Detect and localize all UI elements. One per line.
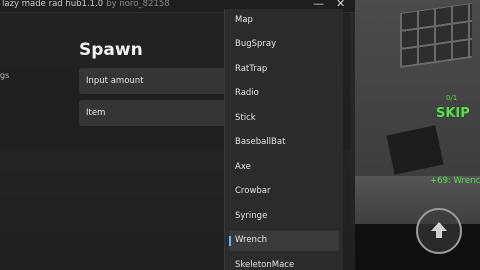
dropdown-option[interactable]: BaseballBat [229,133,339,153]
dropdown-option[interactable]: RatTrap [229,60,339,80]
window-title: lazy made rad hub1.1.0 by noro_82158 [2,0,170,9]
skip-counter: 0/1 [446,94,458,102]
jump-button[interactable] [416,208,462,254]
dropdown-option[interactable]: Radio [229,84,339,104]
page-title: Spawn [79,40,143,60]
window-grate [400,2,472,69]
dropdown-option[interactable]: BugSpray [229,35,339,55]
amount-input[interactable]: Input amount [79,68,227,94]
dropdown-option[interactable]: Axe [229,158,339,178]
sidebar-item-label[interactable]: gs [0,71,9,80]
skip-button[interactable]: SKIP [436,106,470,121]
dropdown-option-selected[interactable]: Wrench [229,231,339,251]
dropdown-option[interactable]: SkeletonMace [229,256,339,270]
item-dropdown-list[interactable]: Map BugSpray RatTrap Radio Stick Basebal… [224,9,343,270]
dropdown-option[interactable]: Crowbar [229,182,339,202]
reward-notification: +69: Wrench [430,176,480,186]
author-label: by noro_82158 [106,0,170,9]
dropdown-option[interactable]: Syringe [229,207,339,227]
app-name: lazy made rad hub1.1.0 [2,0,104,9]
arrow-up-icon [431,222,447,238]
dropdown-option[interactable]: Map [229,11,339,31]
dropdown-option[interactable]: Stick [229,109,339,129]
item-select[interactable]: Item [79,100,227,126]
